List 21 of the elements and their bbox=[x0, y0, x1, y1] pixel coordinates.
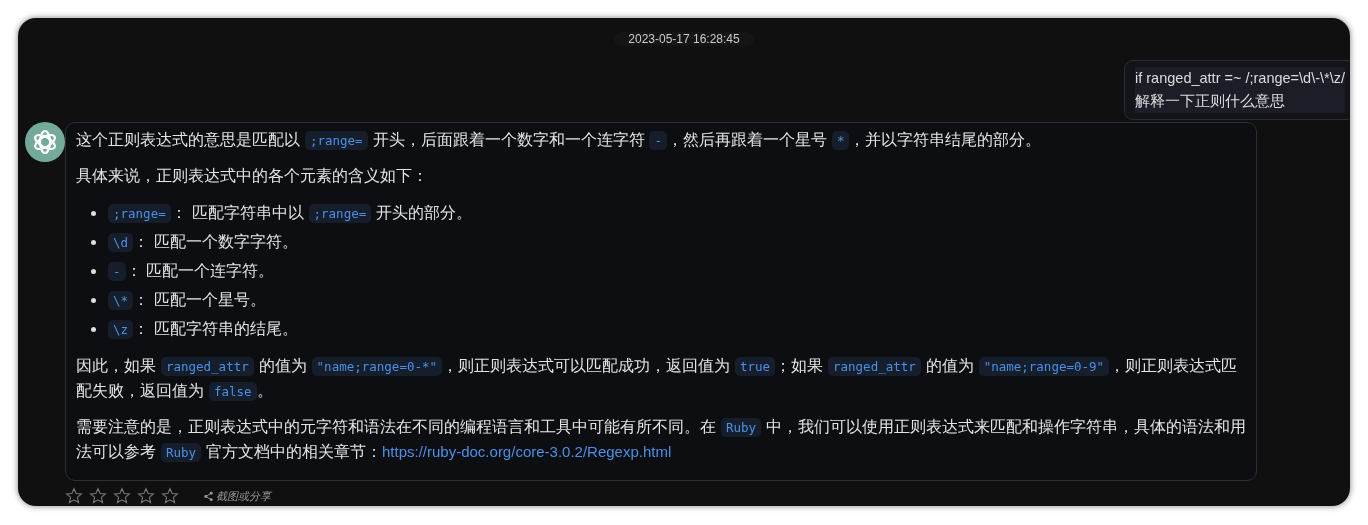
star-rating[interactable] bbox=[65, 487, 179, 505]
assistant-avatar-icon bbox=[25, 122, 65, 162]
bullet-icon bbox=[91, 298, 96, 303]
message-paragraph: 因此，如果 ranged_attr 的值为 "name;range=0-*" ，则正则表达式可以匹配成功，返回值为 true ；如果 ranged_attr 的值为 "name;range=0-9" ，则正则表达式匹配失败，返回值为 false 。 bbox=[76, 356, 1239, 403]
list-item-text: \d ： 匹配一个数字字符。 bbox=[108, 228, 298, 257]
list-item-text: \* ： 匹配一个星号。 bbox=[108, 286, 266, 315]
bullet-icon bbox=[91, 240, 96, 245]
timestamp: 2023-05-17 16:28:45 bbox=[614, 32, 754, 46]
bullet-icon bbox=[91, 211, 96, 216]
share-button[interactable]: 截图或分享 bbox=[203, 488, 271, 504]
share-icon bbox=[203, 490, 214, 502]
doc-link[interactable]: https://ruby-doc.org/core-3.0.2/Regexp.html bbox=[382, 443, 672, 460]
message-paragraph: 需要注意的是，正则表达式中的元字符和语法在不同的编程语言和工具中可能有所不同。在 Ruby 中，我们可以使用正则表达式来匹配和操作字符串，具体的语法和用法可以参考 Ruby 官方文档中的相关章节：https://ruby-doc.org/core-3.0.2/Regexp.html bbox=[76, 417, 1246, 464]
message-paragraph: 具体来说，正则表达式中的各个元素的含义如下： bbox=[76, 166, 429, 187]
list-item-text: ;range= ： 匹配字符串中以 ;range= 开头的部分。 bbox=[108, 199, 473, 228]
message-paragraph: 这个正则表达式的意思是匹配以 ;range= 开头，后面跟着一个数字和一个连字符 - ，然后再跟着一个星号 * ，并以字符串结尾的部分。 bbox=[76, 130, 1043, 152]
user-message: if ranged_attr =~ /;range=\d\-\*\z/ 解释一下正则什么意思 bbox=[1124, 60, 1350, 120]
list-item-text: \z ： 匹配字符串的结尾。 bbox=[108, 315, 298, 344]
list-item-text: - ： 匹配一个连字符。 bbox=[108, 257, 275, 286]
bullet-icon bbox=[91, 269, 96, 274]
bullet-icon bbox=[91, 327, 96, 332]
